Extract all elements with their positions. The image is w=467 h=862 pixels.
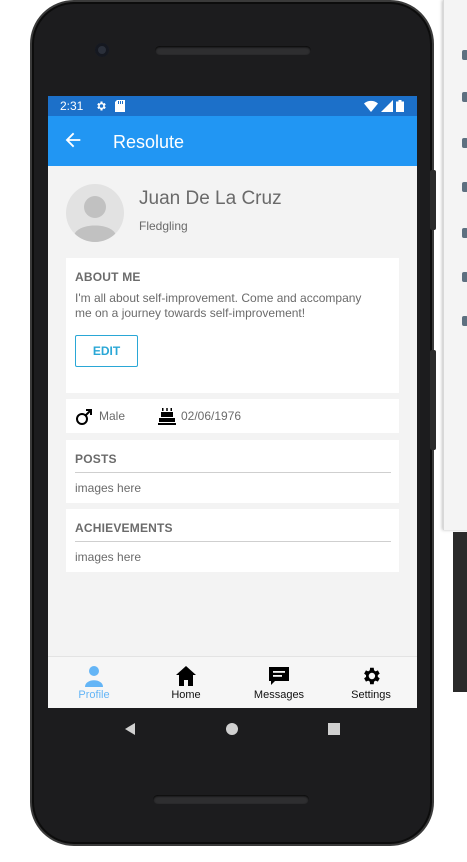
nav-label-settings: Settings [351, 689, 391, 701]
emulator-stage: 2:31 Resolute Juan De La Cruz Fledgling … [0, 0, 467, 862]
front-camera [95, 43, 109, 57]
emulator-side-panel [443, 0, 467, 530]
side-panel-icon[interactable] [462, 272, 467, 282]
power-button[interactable] [430, 170, 436, 230]
posts-divider [75, 472, 391, 473]
side-panel-icon[interactable] [462, 316, 467, 326]
posts-heading: POSTS [75, 452, 117, 466]
phone-screen: 2:31 Resolute Juan De La Cruz Fledgling … [48, 96, 417, 708]
profile-header: Juan De La Cruz Fledgling [48, 166, 417, 256]
about-me-text-line1: I'm all about self-improvement. Come and… [75, 291, 362, 305]
about-me-card: ABOUT ME I'm all about self-improvement.… [66, 258, 399, 393]
home-icon [176, 666, 196, 686]
bottom-speaker [153, 795, 309, 804]
system-recents-icon[interactable] [328, 723, 340, 735]
side-panel-icon[interactable] [462, 50, 467, 60]
nav-label-profile: Profile [78, 689, 110, 701]
user-placeholder-icon [74, 196, 116, 242]
system-home-icon[interactable] [225, 722, 239, 736]
battery-icon [396, 100, 404, 112]
about-me-text-line2: me on a journey towards self-improvement… [75, 306, 306, 320]
nav-item-messages[interactable]: Messages [233, 657, 325, 708]
system-back-icon[interactable] [123, 722, 137, 736]
avatar[interactable] [66, 184, 124, 242]
nav-item-profile[interactable]: Profile [48, 657, 140, 708]
status-bar: 2:31 [48, 96, 417, 116]
sd-card-icon [115, 100, 125, 112]
user-name: Juan De La Cruz [139, 188, 282, 209]
app-bar: Resolute [48, 116, 417, 166]
achievements-heading: ACHIEVEMENTS [75, 521, 173, 535]
nav-item-home[interactable]: Home [140, 657, 232, 708]
posts-content: images here [75, 481, 142, 495]
birthdate-value: 02/06/1976 [181, 409, 242, 423]
user-rank: Fledgling [139, 219, 188, 233]
male-icon [76, 409, 92, 425]
person-icon [85, 666, 103, 687]
about-me-heading: ABOUT ME [75, 270, 141, 284]
app-title: Resolute [113, 132, 185, 152]
volume-button[interactable] [430, 350, 436, 450]
signal-icon [381, 100, 393, 112]
gender-value: Male [99, 409, 126, 423]
posts-card: POSTS images here [66, 440, 399, 503]
nav-label-messages: Messages [253, 689, 305, 701]
nav-item-settings[interactable]: Settings [325, 657, 417, 708]
side-panel-icon[interactable] [462, 228, 467, 238]
achievements-card: ACHIEVEMENTS images here [66, 509, 399, 572]
side-panel-icon[interactable] [462, 182, 467, 192]
settings-status-icon [97, 101, 106, 111]
achievements-divider [75, 541, 391, 542]
system-navigation-bar [48, 708, 417, 750]
top-speaker [155, 46, 311, 55]
nav-label-home: Home [171, 689, 201, 701]
status-time: 2:31 [60, 99, 84, 113]
gear-icon [364, 667, 380, 685]
back-arrow-icon[interactable] [62, 129, 84, 151]
message-icon [269, 667, 289, 685]
edit-button[interactable]: EDIT [75, 335, 138, 367]
info-card: Male 02/06/1976 [66, 399, 399, 433]
side-panel-icon[interactable] [462, 92, 467, 102]
birthday-cake-icon [158, 408, 176, 425]
wifi-icon [364, 100, 378, 112]
achievements-content: images here [75, 550, 142, 564]
bottom-navigation: Profile Home Messages Settings [48, 656, 417, 708]
emulator-side-strip [453, 532, 467, 692]
side-panel-icon[interactable] [462, 138, 467, 148]
